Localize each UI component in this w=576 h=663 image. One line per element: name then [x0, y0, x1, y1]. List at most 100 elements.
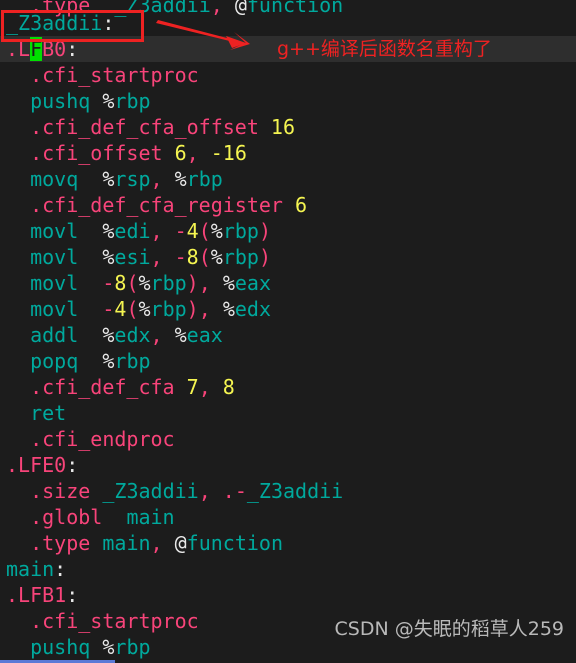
- line-type-z3addii[interactable]: .type _Z3addii, @function: [0, 0, 576, 15]
- code-token: movq: [30, 167, 79, 191]
- code-token: B0: [42, 37, 67, 61]
- code-token: %: [102, 349, 115, 373]
- code-token: %: [138, 271, 151, 295]
- code-token: rsp: [114, 167, 151, 191]
- code-token: :: [66, 37, 79, 61]
- line-popq-rbp[interactable]: popq %rbp: [0, 348, 576, 374]
- line-pushq-rbp-0[interactable]: pushq %rbp: [0, 88, 576, 114]
- text-cursor: F: [30, 37, 43, 61]
- code-token: -: [102, 271, 115, 295]
- code-token: ,: [150, 531, 163, 555]
- code-token: %: [210, 219, 223, 243]
- code-token: %: [102, 167, 115, 191]
- line-movq-rsp-rbp[interactable]: movq %rsp, %rbp: [0, 166, 576, 192]
- code-token: @: [174, 531, 187, 555]
- line-main-label[interactable]: main:: [0, 556, 576, 582]
- code-token: %: [102, 323, 115, 347]
- code-token: %: [102, 245, 115, 269]
- line-cfi-def-cfa-offset[interactable]: .cfi_def_cfa_offset 16: [0, 114, 576, 140]
- code-token: ,: [150, 219, 163, 243]
- code-token: ,: [198, 375, 211, 399]
- line-type-main[interactable]: .type main, @function: [0, 530, 576, 556]
- code-token: -: [174, 245, 187, 269]
- code-token: rbp: [186, 167, 223, 191]
- code-token: ): [186, 297, 199, 321]
- code-token: popq: [30, 349, 79, 373]
- line-addl[interactable]: addl %edx, %eax: [0, 322, 576, 348]
- line-cfi-startproc-0[interactable]: .cfi_startproc: [0, 62, 576, 88]
- code-token: ): [186, 271, 199, 295]
- code-token: 4: [186, 219, 199, 243]
- code-token: main: [6, 557, 55, 581]
- code-token: ,: [150, 245, 163, 269]
- code-token: rbp: [150, 297, 187, 321]
- line-cfi-def-cfa[interactable]: .cfi_def_cfa 7, 8: [0, 374, 576, 400]
- line-movl-m8-eax[interactable]: movl -8(%rbp), %eax: [0, 270, 576, 296]
- line-size[interactable]: .size _Z3addii, .-_Z3addii: [0, 478, 576, 504]
- code-token: .cfi_def_cfa: [30, 375, 175, 399]
- code-token: :: [66, 583, 79, 607]
- code-token: movl: [30, 297, 79, 321]
- line-z3addii-label[interactable]: _Z3addii:: [0, 10, 576, 36]
- code-token: rbp: [114, 349, 151, 373]
- line-cfi-def-cfa-register[interactable]: .cfi_def_cfa_register 6: [0, 192, 576, 218]
- line-cfi-endproc[interactable]: .cfi_endproc: [0, 426, 576, 452]
- code-token: .LFE0: [6, 453, 67, 477]
- code-token: (: [198, 219, 211, 243]
- line-movl-m4-edx[interactable]: movl -4(%rbp), %edx: [0, 296, 576, 322]
- code-token: 6: [174, 141, 187, 165]
- code-token: .cfi_def_cfa_offset: [30, 115, 259, 139]
- code-token: main: [126, 505, 175, 529]
- code-listing[interactable]: .type _Z3addii, @function _Z3addii: .LFB0:…: [0, 0, 576, 660]
- code-token: .cfi_endproc: [30, 427, 175, 451]
- code-token: .L: [6, 37, 31, 61]
- code-token: ret: [30, 401, 67, 425]
- code-token: %: [210, 245, 223, 269]
- line-cfi-offset[interactable]: .cfi_offset 6, -16: [0, 140, 576, 166]
- code-token: edi: [114, 219, 151, 243]
- line-movl-esi[interactable]: movl %esi, -8(%rbp): [0, 244, 576, 270]
- code-token: movl: [30, 271, 79, 295]
- code-token: 8: [222, 375, 235, 399]
- code-token: .cfi_offset: [30, 141, 163, 165]
- line-lfe0[interactable]: .LFE0:: [0, 452, 576, 478]
- code-token: 8: [114, 271, 127, 295]
- code-token: ): [258, 219, 271, 243]
- code-token: -16: [210, 141, 247, 165]
- line-globl-main[interactable]: .globl main: [0, 504, 576, 530]
- annotation-note: g++编译后函数名重构了: [277, 38, 492, 60]
- code-token: %: [138, 297, 151, 321]
- code-token: main: [102, 531, 151, 555]
- code-token: movl: [30, 245, 79, 269]
- line-ret[interactable]: ret: [0, 400, 576, 426]
- code-token: (: [126, 297, 139, 321]
- code-token: function: [186, 531, 283, 555]
- line-lfb1[interactable]: .LFB1:: [0, 582, 576, 608]
- line-movl-edi[interactable]: movl %edi, -4(%rbp): [0, 218, 576, 244]
